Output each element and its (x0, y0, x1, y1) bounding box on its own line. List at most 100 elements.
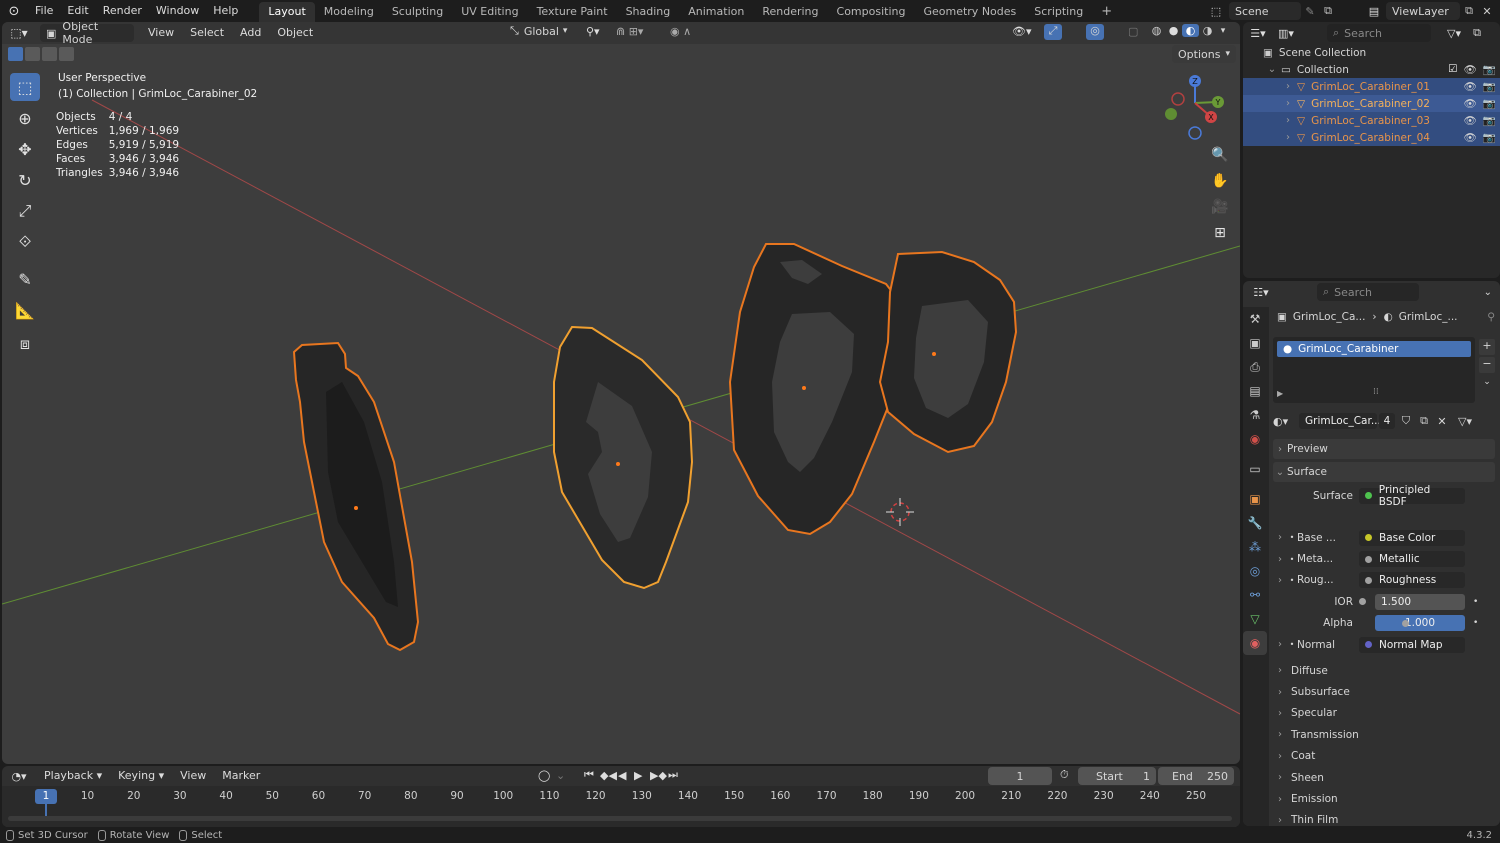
scene-selector[interactable]: ⬚ Scene ✎ ⧉ (1203, 2, 1337, 20)
menu-add[interactable]: Add (232, 22, 269, 44)
tree-collection[interactable]: ⌄ ▭ Collection ☑ 👁 📷 (1243, 61, 1500, 78)
rotate-tool-icon[interactable]: ↻ (10, 166, 40, 194)
remove-viewlayer-icon[interactable]: ✕ (1478, 5, 1496, 18)
zoom-icon[interactable]: 🔍 (1208, 144, 1232, 166)
shader-input-field[interactable]: 1.500 (1359, 593, 1465, 610)
blender-logo-icon[interactable]: ⊙ (0, 4, 28, 19)
timeline-scrollbar[interactable] (8, 816, 1232, 821)
stopwatch-icon[interactable]: ⏱ (1060, 768, 1069, 782)
object-tab-icon[interactable]: ▣ (1243, 487, 1267, 511)
select-intersect-icon[interactable] (59, 47, 74, 61)
menu-object[interactable]: Object (269, 22, 321, 44)
panel-surface[interactable]: ⌄ Surface (1273, 462, 1495, 482)
tab-layout[interactable]: Layout (259, 2, 315, 22)
material-tab-icon[interactable]: ◉ (1243, 631, 1267, 655)
shader-input-field[interactable]: Normal Map (1359, 636, 1465, 653)
tab-animation[interactable]: Animation (679, 2, 753, 22)
menu-view[interactable]: View (140, 22, 182, 44)
add-cube-tool-icon[interactable]: ⧈ (10, 330, 40, 358)
annotate-tool-icon[interactable]: ✎ (10, 265, 40, 293)
transform-tool-icon[interactable]: ⟐ (10, 228, 40, 256)
menu-timeline-view[interactable]: View (172, 766, 214, 787)
move-tool-icon[interactable]: ✥ (10, 135, 40, 163)
menu-window[interactable]: Window (149, 1, 206, 21)
mode-selector[interactable]: ▣ Object Mode (40, 22, 134, 46)
eye-icon[interactable]: 👁 (1464, 80, 1477, 93)
keyframe-dot-icon[interactable]: • (1473, 618, 1478, 628)
select-box-tool-icon[interactable]: ⬚ (10, 73, 40, 101)
menu-help[interactable]: Help (206, 1, 245, 21)
chevron-down-icon[interactable]: ⌄ (1484, 287, 1492, 298)
material-slot-item[interactable]: ● GrimLoc_Carabiner (1277, 341, 1471, 357)
render-tab-icon[interactable]: ▣ (1243, 331, 1267, 355)
select-subtract-icon[interactable] (42, 47, 57, 61)
new-viewlayer-icon[interactable]: ⧉ (1460, 4, 1478, 18)
viewlayer-selector[interactable]: ▤ ViewLayer ⧉ ✕ (1362, 2, 1496, 20)
overlay-toggle-icon[interactable]: ◎ (1086, 24, 1104, 40)
user-count[interactable]: 4 (1379, 413, 1395, 429)
options-button[interactable]: Options ▾ (1172, 45, 1236, 63)
shader-input-field[interactable]: Metallic (1359, 551, 1465, 568)
camera-render-icon[interactable]: 📷 (1483, 131, 1496, 144)
jump-start-icon[interactable]: ⏮ (584, 768, 600, 782)
subpanel-transmission[interactable]: › Transmission (1273, 724, 1495, 745)
shader-input-field[interactable]: Base Color (1359, 529, 1465, 546)
subpanel-diffuse[interactable]: › Diffuse (1273, 660, 1495, 681)
panel-preview[interactable]: › Preview (1273, 439, 1495, 459)
eye-icon[interactable]: 👁 (1464, 131, 1477, 144)
display-mode-icon[interactable]: ▥▾ (1273, 27, 1299, 40)
jump-end-icon[interactable]: ⏭ (668, 768, 684, 782)
keyframe-dot-icon[interactable]: • (1473, 597, 1478, 607)
select-extend-icon[interactable] (25, 47, 40, 61)
output-tab-icon[interactable]: ⎙ (1243, 355, 1267, 379)
pivot-icon[interactable]: ⚲▾ (586, 25, 600, 38)
navigation-gizmo[interactable]: Z Y X (1165, 75, 1224, 140)
tree-scene-collection[interactable]: ▣ Scene Collection (1243, 44, 1500, 61)
view-layer-tab-icon[interactable]: ▤ (1243, 379, 1267, 403)
3d-cursor[interactable] (886, 498, 914, 526)
camera-render-icon[interactable]: 📷 (1483, 63, 1496, 76)
gizmo-toggle-icon[interactable]: ⤢ (1044, 24, 1062, 40)
eye-icon[interactable]: 👁 (1464, 63, 1477, 76)
camera-render-icon[interactable]: 📷 (1483, 114, 1496, 127)
tab-shading[interactable]: Shading (617, 2, 680, 22)
chevron-right-icon[interactable]: › (1273, 554, 1287, 565)
subpanel-emission[interactable]: › Emission (1273, 788, 1495, 809)
unlink-material-icon[interactable]: ✕ (1433, 415, 1451, 428)
shader-input-field[interactable]: 1.000 (1375, 615, 1465, 632)
cursor-tool-icon[interactable]: ⊕ (10, 104, 40, 132)
next-keyframe-icon[interactable]: ▶◆ (650, 769, 668, 782)
pan-hand-icon[interactable]: ✋ (1208, 170, 1232, 192)
menu-select[interactable]: Select (182, 22, 232, 44)
end-frame-field[interactable]: End 250 (1158, 767, 1234, 785)
keying-set-icon[interactable]: ⌄ (556, 769, 584, 782)
rendered-shading-icon[interactable]: ◑ (1199, 24, 1216, 37)
menu-marker[interactable]: Marker (214, 766, 268, 787)
expand-arrow-icon[interactable]: ▶ (1277, 389, 1283, 398)
material-browse-icon[interactable]: ◐▾ (1273, 415, 1299, 428)
data-tab-icon[interactable]: ▽ (1243, 607, 1267, 631)
resize-grip-icon[interactable]: ⁞⁞ (1373, 387, 1379, 397)
filter-icon[interactable]: ▽▾ (1441, 27, 1467, 40)
current-frame-field[interactable]: 1 (988, 767, 1052, 785)
slot-menu-icon[interactable]: ⌄ (1479, 377, 1495, 393)
play-icon[interactable]: ▶ (634, 769, 650, 782)
tab-uv-editing[interactable]: UV Editing (452, 2, 527, 22)
transform-orientation[interactable]: ⤡ Global ▾ (510, 24, 567, 38)
world-tab-icon[interactable]: ◉ (1243, 427, 1267, 451)
tree-object[interactable]: › ▽ GrimLoc_Carabiner_03 👁 📷 (1243, 112, 1500, 129)
measure-tool-icon[interactable]: 📐 (10, 296, 40, 324)
chevron-right-icon[interactable]: › (1273, 639, 1287, 650)
proportional-edit-icon[interactable]: ◉ ∧ (670, 25, 691, 38)
pin-icon[interactable]: ⚲ (1487, 311, 1495, 323)
grid-perspective-icon[interactable]: ⊞ (1208, 222, 1232, 244)
tab-rendering[interactable]: Rendering (753, 2, 827, 22)
tab-scripting[interactable]: Scripting (1025, 2, 1092, 22)
properties-search-input[interactable]: ⌕ Search (1317, 283, 1419, 301)
add-slot-icon[interactable]: + (1479, 339, 1495, 355)
auto-key-icon[interactable]: ◯ (538, 769, 556, 782)
subpanel-coat[interactable]: › Coat (1273, 746, 1495, 767)
material-shading-icon[interactable]: ◐ (1182, 24, 1199, 37)
menu-keying[interactable]: Keying ▾ (110, 766, 172, 787)
link-icon[interactable]: ▽▾ (1455, 415, 1475, 428)
